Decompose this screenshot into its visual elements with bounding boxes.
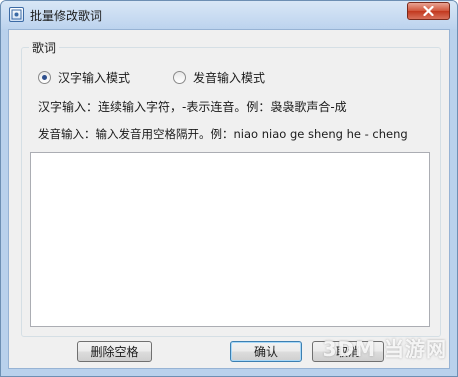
app-icon <box>9 7 24 22</box>
radio-button[interactable] <box>173 70 186 84</box>
window-title: 批量修改歌词 <box>30 9 103 23</box>
title-bar[interactable]: 批量修改歌词 <box>1 1 457 29</box>
watermark-logo: 3DM 当游网 <box>322 337 447 361</box>
lyrics-input[interactable] <box>30 152 430 327</box>
ok-button[interactable]: 确认 <box>230 341 302 362</box>
hint-hanzi: 汉字输入：连续输入字符，-表示连音。例：袅袅歌声合-成 <box>38 100 347 114</box>
radio-hanzi-mode[interactable]: 汉字输入模式 <box>38 69 130 85</box>
remove-spaces-button[interactable]: 删除空格 <box>77 341 152 362</box>
close-icon <box>423 6 434 16</box>
dialog-window: 批量修改歌词 歌词 汉字输入模式 发音输入模式 汉字输入：连续输入字符，-表示连… <box>0 0 458 377</box>
radio-pinyin-mode[interactable]: 发音输入模式 <box>173 69 265 85</box>
hint-pinyin: 发音输入：输入发音用空格隔开。例：niao niao ge sheng he -… <box>38 127 408 141</box>
radio-label: 发音输入模式 <box>193 70 266 85</box>
close-button[interactable] <box>407 2 450 20</box>
radio-button-checked[interactable] <box>38 70 51 84</box>
radio-label: 汉字输入模式 <box>58 70 131 85</box>
group-title: 歌词 <box>29 39 60 56</box>
dialog-body: 歌词 汉字输入模式 发音输入模式 汉字输入：连续输入字符，-表示连音。例：袅袅歌… <box>8 29 450 369</box>
